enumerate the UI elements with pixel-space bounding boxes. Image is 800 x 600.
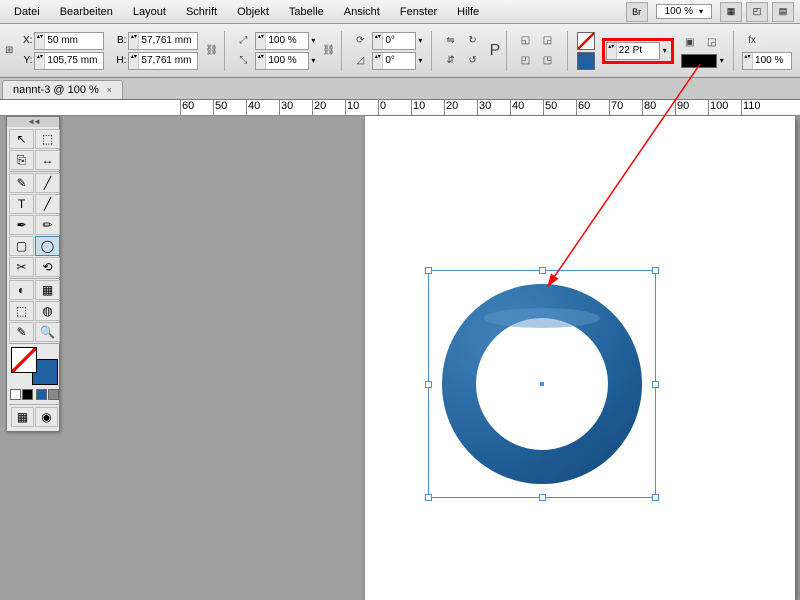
menu-objekt[interactable]: Objekt: [227, 2, 279, 22]
stroke-weight-field[interactable]: ▴▾: [606, 42, 660, 60]
handle-mid-left[interactable]: [425, 381, 432, 388]
flip-v-icon[interactable]: ⇵: [441, 52, 461, 70]
y-field[interactable]: ▴▾: [34, 52, 104, 70]
select-content-icon[interactable]: ◲: [538, 32, 558, 50]
panel-collapse-icon[interactable]: [7, 117, 59, 127]
stroke-weight-highlight: ▴▾▾: [602, 38, 674, 64]
screen-mode-icon[interactable]: ◰: [746, 2, 768, 22]
scale-y-icon: ⤡: [233, 52, 253, 70]
rotate-ccw-icon[interactable]: ↺: [463, 52, 483, 70]
constrain-scale-icon[interactable]: ⛓: [321, 42, 336, 60]
text-wrap-icon[interactable]: ▣: [680, 34, 700, 52]
tool-5[interactable]: ╱: [35, 173, 60, 193]
horizontal-ruler: 6050403020100102030405060708090100110: [0, 100, 800, 116]
reference-point-icon[interactable]: ⊞: [4, 42, 14, 60]
tool-8[interactable]: ✒: [9, 215, 34, 235]
shear-field[interactable]: ▴▾: [372, 52, 416, 70]
height-field[interactable]: ▴▾: [128, 52, 198, 70]
control-bar: ⊞ X:▴▾ Y:▴▾ B:▴▾ H:▴▾ ⛓ ⤢▴▾▾ ⤡▴▾▾ ⛓ ⟳▴▾▾…: [0, 24, 800, 78]
shear-icon: ◿: [350, 52, 370, 70]
close-tab-icon[interactable]: ×: [107, 85, 112, 95]
bridge-button[interactable]: Br: [626, 2, 648, 22]
menu-schrift[interactable]: Schrift: [176, 2, 227, 22]
scale-y-field[interactable]: ▴▾: [255, 52, 309, 70]
mini-swatch[interactable]: [22, 389, 33, 400]
effect-swatch[interactable]: [681, 54, 717, 68]
opacity-field[interactable]: ▴▾: [742, 52, 792, 70]
constrain-icon[interactable]: ⛓: [204, 42, 219, 60]
view-mode-icon[interactable]: ▦: [720, 2, 742, 22]
menu-hilfe[interactable]: Hilfe: [447, 2, 489, 22]
width-field[interactable]: ▴▾: [128, 32, 198, 50]
fill-swatch[interactable]: [577, 32, 595, 50]
tool-18[interactable]: ✎: [9, 322, 34, 342]
y-label: Y:: [20, 55, 32, 66]
handle-bot-left[interactable]: [425, 494, 432, 501]
handle-top-left[interactable]: [425, 267, 432, 274]
tool-16[interactable]: ⬚: [9, 301, 34, 321]
tool-15[interactable]: ▦: [35, 280, 60, 300]
tool-14[interactable]: ◐: [9, 280, 34, 300]
tool-9[interactable]: ✏: [35, 215, 60, 235]
mini-swatch[interactable]: [10, 389, 21, 400]
tool-10[interactable]: ▢: [9, 236, 34, 256]
paragraph-icon[interactable]: P: [489, 42, 502, 60]
menu-bearbeiten[interactable]: Bearbeiten: [50, 2, 123, 22]
document-tabs: nannt-3 @ 100 %×: [0, 78, 800, 100]
tool-2[interactable]: ⎘: [9, 150, 34, 170]
x-field[interactable]: ▴▾: [34, 32, 104, 50]
tool-13[interactable]: ⟲: [35, 257, 60, 277]
menu-bar: Datei Bearbeiten Layout Schrift Objekt T…: [0, 0, 800, 24]
handle-bot-right[interactable]: [652, 494, 659, 501]
document-tab[interactable]: nannt-3 @ 100 %×: [2, 80, 123, 99]
menu-layout[interactable]: Layout: [123, 2, 176, 22]
view-mode-button[interactable]: ◉: [35, 407, 58, 427]
mini-swatch[interactable]: [36, 389, 47, 400]
tools-panel[interactable]: ↖⬚⎘↔✎╱T╱✒✏▢◯✂⟲◐▦⬚◍✎🔍▦◉: [6, 116, 60, 432]
workspace: ↖⬚⎘↔✎╱T╱✒✏▢◯✂⟲◐▦⬚◍✎🔍▦◉: [0, 116, 800, 600]
rotate-icon: ⟳: [350, 32, 370, 50]
h-label: H:: [114, 55, 126, 66]
select-container-icon[interactable]: ◱: [516, 32, 536, 50]
menu-fenster[interactable]: Fenster: [390, 2, 447, 22]
x-label: X:: [20, 35, 32, 46]
tool-17[interactable]: ◍: [35, 301, 60, 321]
tool-3[interactable]: ↔: [35, 150, 60, 170]
stroke-swatch[interactable]: [577, 52, 595, 70]
mini-swatch[interactable]: [48, 389, 59, 400]
handle-top-right[interactable]: [652, 267, 659, 274]
rotate-cw-icon[interactable]: ↻: [463, 32, 483, 50]
flip-h-icon[interactable]: ⇋: [441, 32, 461, 50]
select-prev-icon[interactable]: ◰: [516, 52, 536, 70]
arrange-icon[interactable]: ▤: [772, 2, 794, 22]
tool-11[interactable]: ◯: [35, 236, 60, 256]
tool-4[interactable]: ✎: [9, 173, 34, 193]
rotate-field[interactable]: ▴▾: [372, 32, 416, 50]
opacity-icon: fx: [742, 32, 762, 50]
select-next-icon[interactable]: ◳: [538, 52, 558, 70]
menu-datei[interactable]: Datei: [4, 2, 50, 22]
handle-bot-mid[interactable]: [539, 494, 546, 501]
center-point[interactable]: [540, 382, 544, 386]
tool-0[interactable]: ↖: [9, 129, 34, 149]
handle-mid-right[interactable]: [652, 381, 659, 388]
zoom-dropdown[interactable]: 100 %: [656, 4, 712, 19]
corner-icon[interactable]: ◲: [702, 34, 722, 52]
menu-tabelle[interactable]: Tabelle: [279, 2, 334, 22]
selection-bounding-box[interactable]: [428, 270, 656, 498]
scale-x-field[interactable]: ▴▾: [255, 32, 309, 50]
tool-1[interactable]: ⬚: [35, 129, 60, 149]
tool-19[interactable]: 🔍: [35, 322, 60, 342]
tool-6[interactable]: T: [9, 194, 34, 214]
view-mode-button[interactable]: ▦: [11, 407, 34, 427]
w-label: B:: [114, 35, 126, 46]
menu-ansicht[interactable]: Ansicht: [334, 2, 390, 22]
handle-top-mid[interactable]: [539, 267, 546, 274]
scale-x-icon: ⤢: [233, 32, 253, 50]
fill-stroke-proxy[interactable]: [11, 347, 58, 385]
tool-7[interactable]: ╱: [35, 194, 60, 214]
tool-12[interactable]: ✂: [9, 257, 34, 277]
